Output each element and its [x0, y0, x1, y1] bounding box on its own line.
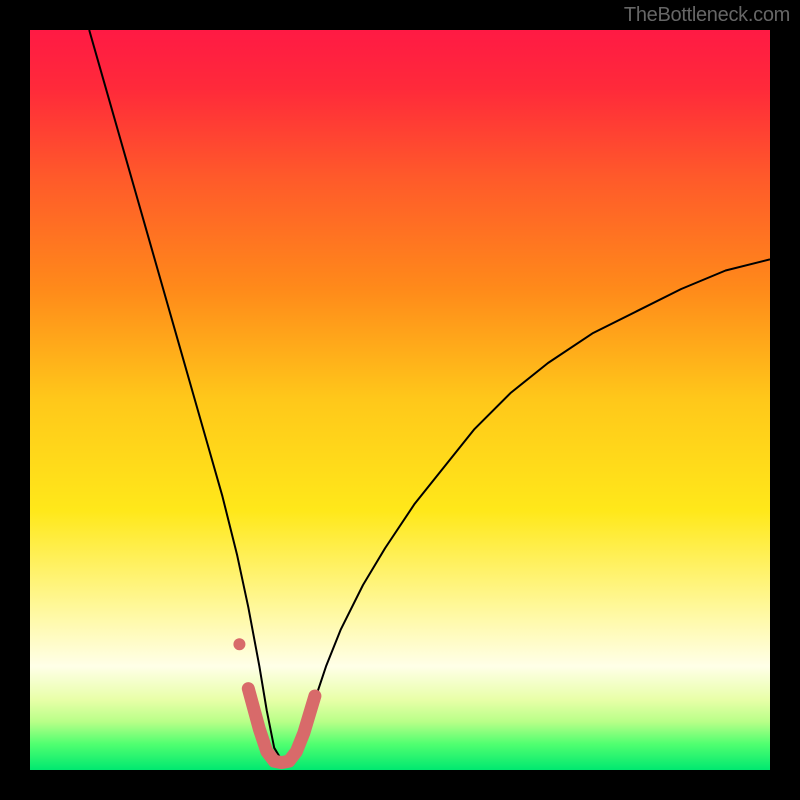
- highlight-dot: [233, 638, 245, 650]
- marker-layer: [233, 638, 245, 650]
- chart-svg: [30, 30, 770, 770]
- chart-frame: TheBottleneck.com: [0, 0, 800, 800]
- plot-area: [30, 30, 770, 770]
- attribution-text: TheBottleneck.com: [624, 4, 790, 27]
- gradient-background: [30, 30, 770, 770]
